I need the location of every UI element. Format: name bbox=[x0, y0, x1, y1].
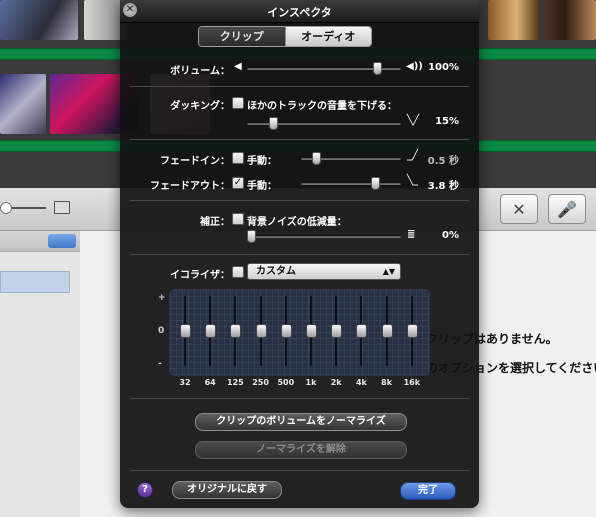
fade-in-manual-label: 手動： bbox=[247, 156, 277, 167]
fade-in-slider-knob[interactable] bbox=[312, 152, 322, 165]
noise-reduction-slider-knob[interactable] bbox=[247, 230, 256, 243]
zoom-slider-knob[interactable] bbox=[0, 202, 12, 214]
eq-axis-zero: 0 bbox=[158, 326, 165, 336]
ducking-slider-knob[interactable] bbox=[268, 117, 278, 130]
remove-normalize-button[interactable]: ノーマライズを解除 bbox=[195, 441, 407, 459]
ducking-checkbox[interactable] bbox=[232, 97, 244, 109]
fade-out-value: 3.8 秒 bbox=[427, 181, 459, 192]
equalizer-preset-select[interactable]: カスタム ▲▼ bbox=[247, 263, 401, 280]
sidebar-toggle-button[interactable] bbox=[48, 234, 76, 248]
ducking-label: ダッキング： bbox=[170, 101, 230, 112]
eq-axis-plus: + bbox=[158, 293, 166, 303]
fade-in-value: 0.5 秒 bbox=[427, 156, 459, 167]
eq-frequency-label: 32 bbox=[179, 378, 191, 387]
eq-frequency-label: 8k bbox=[381, 378, 393, 387]
fade-out-slider-track[interactable] bbox=[301, 182, 401, 185]
equalizer-label: イコライザ： bbox=[170, 270, 230, 281]
divider bbox=[130, 200, 469, 201]
fade-in-curve-icon: _╱ bbox=[407, 150, 419, 161]
enhance-label: 補正： bbox=[200, 217, 230, 228]
noise-reduction-checkbox[interactable] bbox=[232, 213, 244, 225]
eq-band-knob[interactable] bbox=[280, 324, 292, 338]
noise-icon: ≣ bbox=[407, 229, 416, 240]
clip-thumbnail[interactable] bbox=[0, 0, 78, 40]
eq-band-knob[interactable] bbox=[381, 324, 393, 338]
clip-thumbnail[interactable] bbox=[544, 0, 596, 40]
divider bbox=[130, 254, 469, 255]
close-icon[interactable]: ✕ bbox=[500, 194, 538, 224]
updown-arrows-icon: ▲▼ bbox=[382, 267, 395, 276]
done-button[interactable]: 完了 bbox=[400, 482, 456, 500]
divider bbox=[130, 470, 469, 471]
eq-frequency-label: 16k bbox=[403, 378, 421, 387]
help-icon[interactable]: ? bbox=[137, 482, 153, 498]
window-title: インスペクタ bbox=[267, 6, 332, 19]
tab-clip[interactable]: クリップ bbox=[199, 27, 286, 46]
tab-audio[interactable]: オーディオ bbox=[285, 27, 371, 46]
eq-band-knob[interactable] bbox=[331, 324, 343, 338]
eq-band-knob[interactable] bbox=[406, 324, 418, 338]
inspector-panel: ✕ インスペクタ クリップ オーディオ ボリューム： ◀ ◀)) 100% ダッ… bbox=[120, 0, 479, 508]
eq-frequency-label: 4k bbox=[355, 378, 367, 387]
eq-frequency-label: 1k bbox=[305, 378, 317, 387]
fade-in-manual-checkbox[interactable] bbox=[232, 152, 244, 164]
volume-value: 100% bbox=[428, 62, 459, 73]
speaker-high-icon: ◀)) bbox=[406, 61, 423, 72]
ducking-curve-icon: ╲╱ bbox=[407, 115, 420, 126]
noise-reduction-label: 背景ノイズの低減量： bbox=[247, 217, 347, 228]
microphone-icon[interactable]: 🎤 bbox=[548, 194, 586, 224]
equalizer-checkbox[interactable] bbox=[232, 266, 244, 278]
fade-in-label: フェードイン： bbox=[160, 156, 230, 167]
sidebar-item[interactable] bbox=[0, 271, 70, 293]
fade-out-manual-checkbox[interactable]: ✓ bbox=[232, 177, 244, 189]
eq-band-knob[interactable] bbox=[306, 324, 317, 338]
volume-label: ボリューム： bbox=[170, 66, 230, 77]
ducking-value: 15% bbox=[435, 116, 459, 127]
eq-band-knob[interactable] bbox=[255, 324, 267, 338]
eq-frequency-label: 250 bbox=[252, 378, 269, 387]
noise-reduction-value: 0% bbox=[442, 230, 459, 241]
tab-bar: クリップ オーディオ bbox=[198, 26, 372, 47]
eq-frequency-label: 2k bbox=[330, 378, 342, 387]
eq-band-knob[interactable] bbox=[230, 324, 242, 338]
eq-frequency-label: 500 bbox=[277, 378, 295, 387]
fade-out-manual-label: 手動： bbox=[247, 181, 277, 192]
divider bbox=[130, 398, 469, 399]
eq-frequency-label: 64 bbox=[204, 378, 216, 387]
divider bbox=[130, 139, 469, 140]
eq-band-knob[interactable] bbox=[205, 324, 217, 338]
zoom-slider-track[interactable] bbox=[8, 207, 46, 209]
divider bbox=[130, 86, 469, 87]
eq-frequency-label: 125 bbox=[227, 378, 244, 387]
fade-out-label: フェードアウト： bbox=[150, 181, 230, 192]
eq-band-knob[interactable] bbox=[180, 324, 191, 338]
eq-axis-minus: - bbox=[158, 359, 162, 369]
equalizer-preset-value: カスタム bbox=[256, 266, 296, 277]
fade-out-curve-icon: ╲_ bbox=[407, 175, 419, 186]
ducking-checkbox-label: ほかのトラックの音量を下げる： bbox=[247, 101, 397, 112]
clip-thumbnail[interactable] bbox=[0, 74, 46, 134]
eq-band-knob[interactable] bbox=[356, 324, 368, 338]
speaker-low-icon: ◀ bbox=[234, 61, 242, 72]
clip-thumbnail[interactable] bbox=[488, 0, 540, 40]
fade-out-slider-knob[interactable] bbox=[370, 177, 380, 190]
person-icon[interactable] bbox=[54, 201, 70, 214]
normalize-button[interactable]: クリップのボリュームをノーマライズ bbox=[195, 413, 407, 431]
noise-reduction-slider-track[interactable] bbox=[247, 235, 401, 238]
volume-slider-knob[interactable] bbox=[372, 62, 382, 75]
revert-button[interactable]: オリジナルに戻す bbox=[172, 481, 282, 499]
